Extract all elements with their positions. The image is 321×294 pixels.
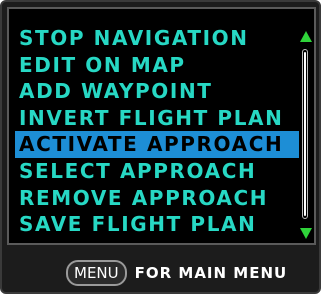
page-menu-panel: Stop Navigation Edit on Map Add Waypoint…: [7, 7, 316, 245]
menu-key-button[interactable]: MENU: [66, 260, 127, 286]
scrollbar-thumb[interactable]: [304, 52, 306, 216]
menu-item-remove-approach[interactable]: Remove Approach: [15, 185, 299, 212]
menu-item-edit-on-map[interactable]: Edit on Map: [15, 52, 299, 79]
arrow-down-icon[interactable]: [300, 228, 312, 239]
footer-hint-text: for Main Menu: [134, 264, 288, 282]
softkey-hint-bar: MENU for Main Menu: [2, 254, 321, 292]
menu-item-save-flight-plan[interactable]: Save Flight Plan: [15, 211, 299, 238]
menu-item-add-waypoint[interactable]: Add Waypoint: [15, 78, 299, 105]
menu-item-activate-approach[interactable]: Activate Approach: [15, 131, 299, 158]
device-bezel: Stop Navigation Edit on Map Add Waypoint…: [0, 0, 321, 294]
menu-list: Stop Navigation Edit on Map Add Waypoint…: [15, 25, 299, 238]
menu-item-stop-navigation[interactable]: Stop Navigation: [15, 25, 299, 52]
arrow-up-icon[interactable]: [300, 31, 312, 42]
scrollbar-track[interactable]: [302, 49, 308, 219]
menu-item-select-approach[interactable]: Select Approach: [15, 158, 299, 185]
softkey-hint: MENU for Main Menu: [66, 259, 287, 287]
menu-scrollbar[interactable]: [299, 31, 313, 239]
menu-item-invert-flight-plan[interactable]: Invert Flight Plan: [15, 105, 299, 132]
